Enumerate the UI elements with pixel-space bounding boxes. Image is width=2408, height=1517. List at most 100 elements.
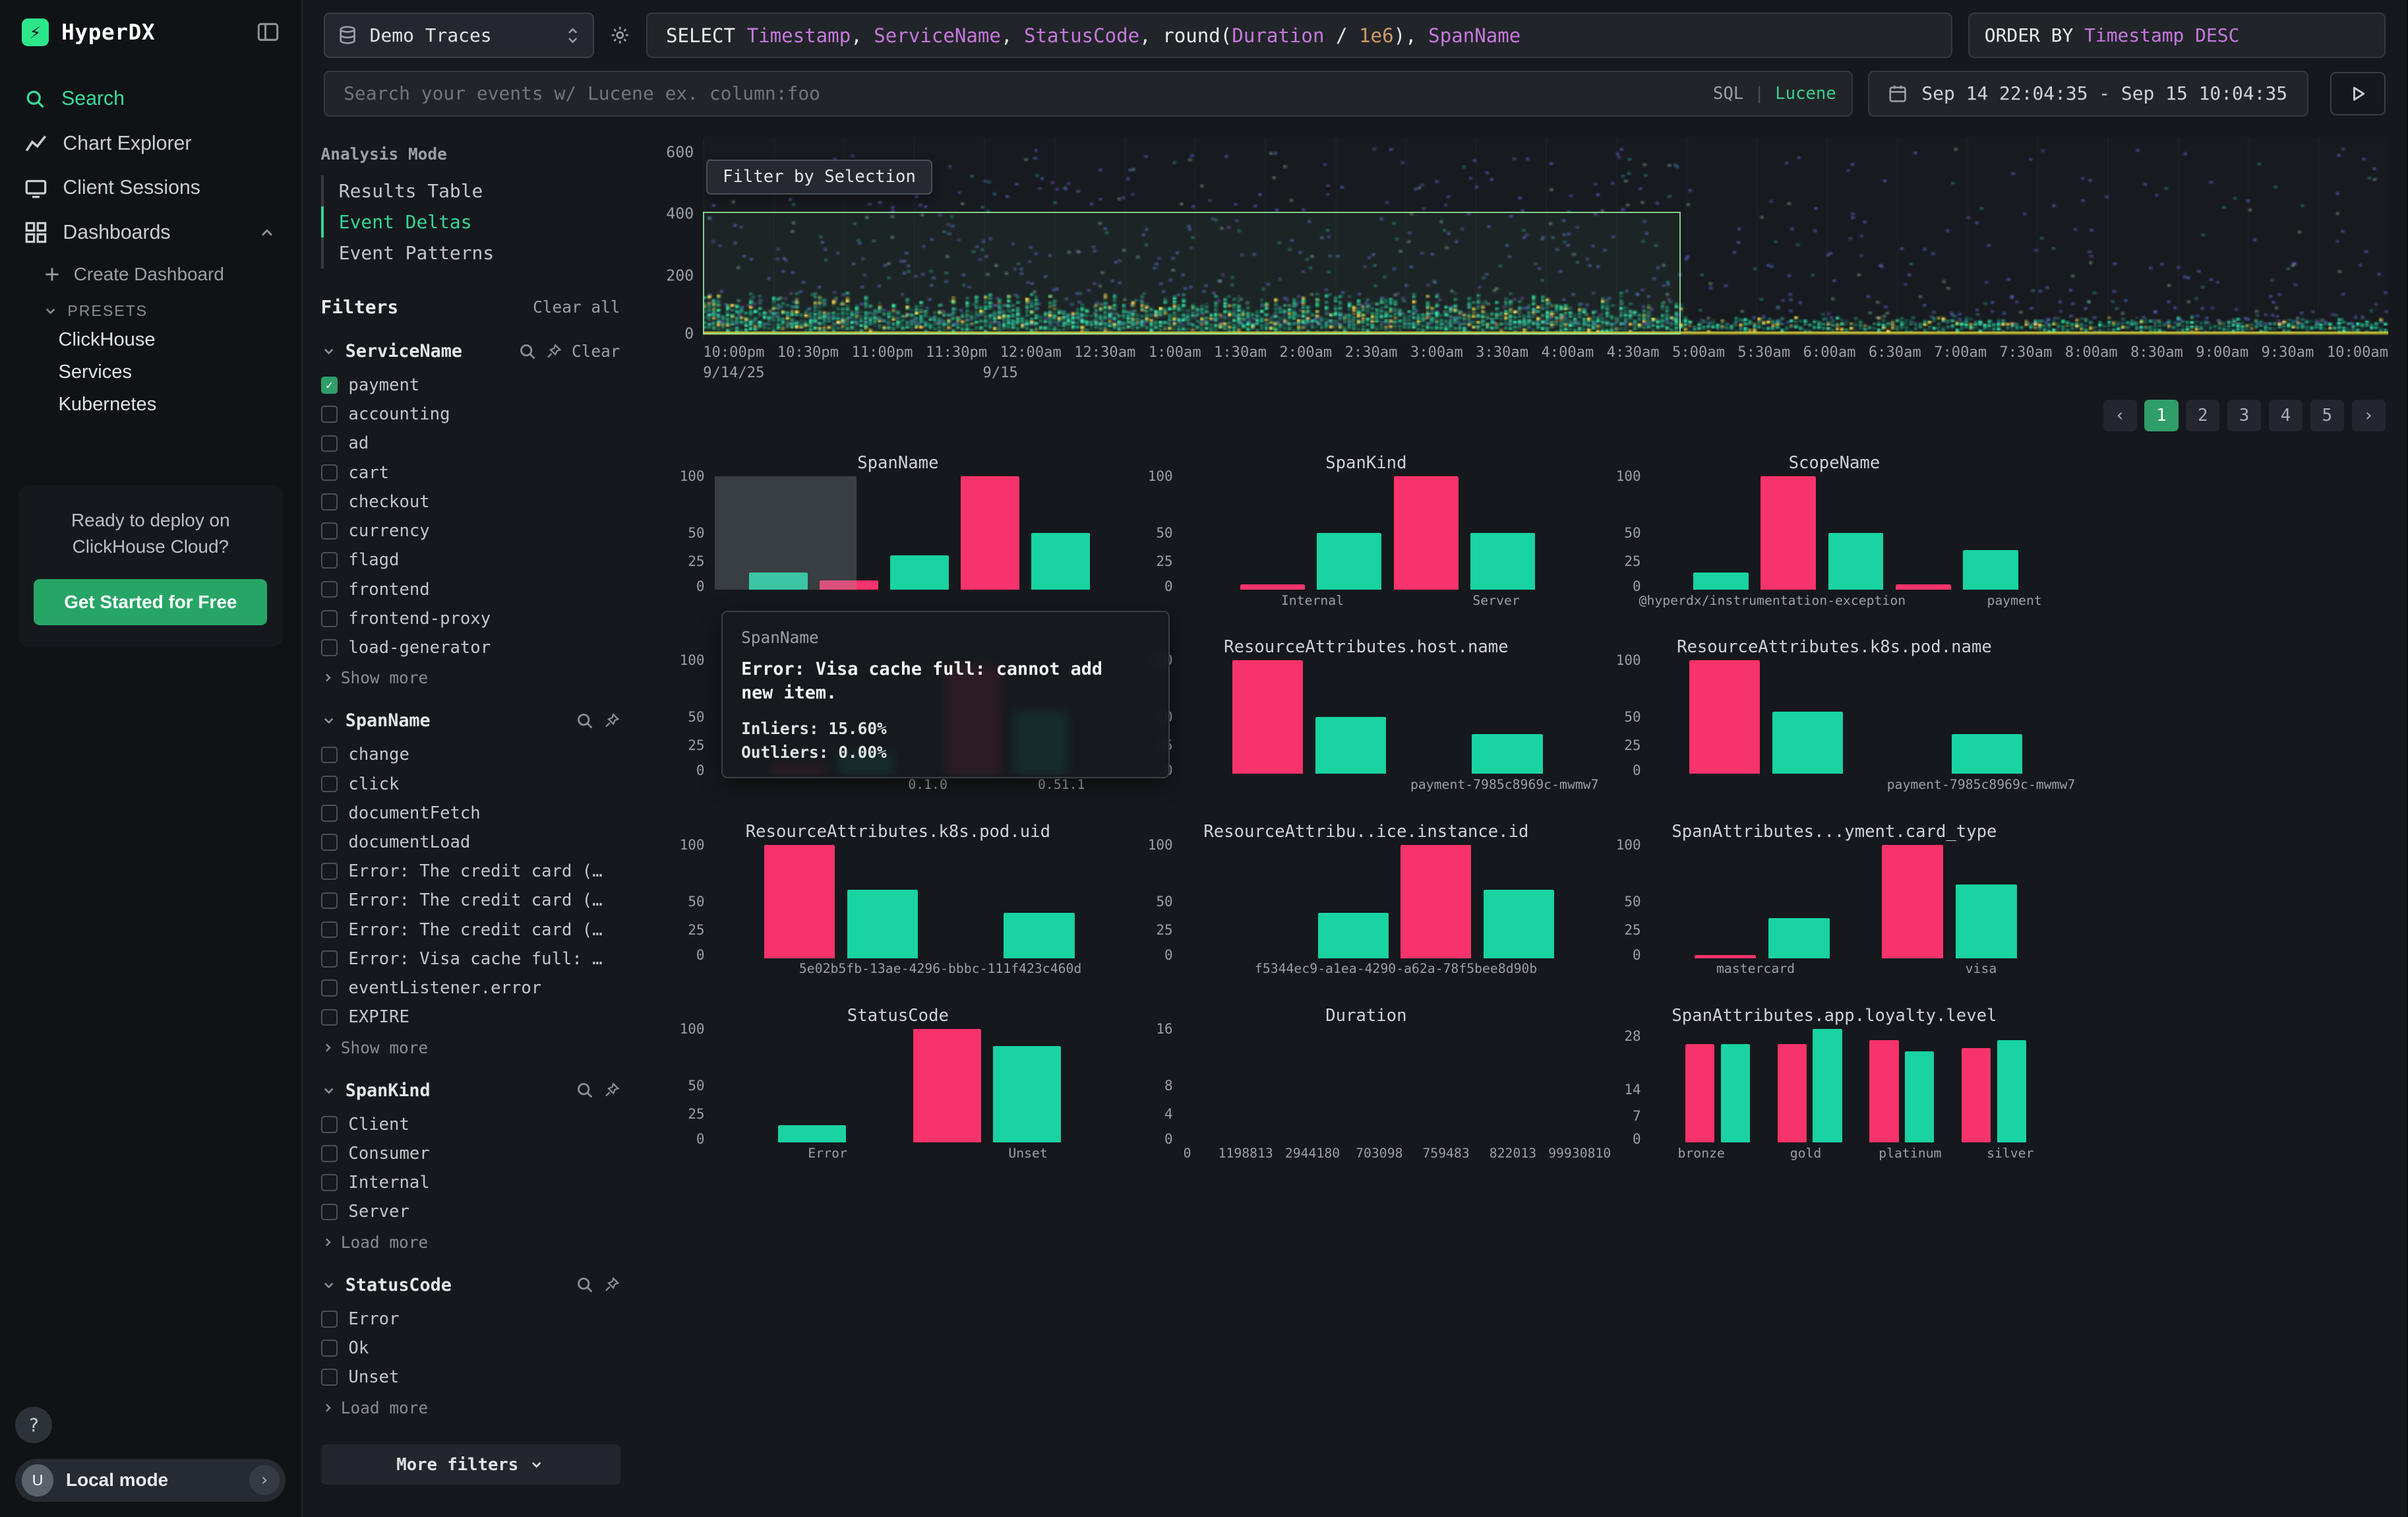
bar[interactable] [1240, 584, 1305, 590]
checkbox[interactable] [321, 950, 338, 968]
chart-plot[interactable] [1179, 660, 1596, 774]
presets-toggle[interactable]: PRESETS [0, 292, 301, 325]
page-button-3[interactable]: 3 [2227, 400, 2261, 432]
bar[interactable] [1721, 1044, 1750, 1142]
bar[interactable] [764, 845, 835, 958]
checkbox[interactable] [321, 581, 338, 598]
sidebar-item-chart-explorer[interactable]: Chart Explorer [0, 121, 301, 166]
filter-item[interactable]: Internal [321, 1168, 620, 1197]
search-icon[interactable] [576, 712, 594, 730]
lucene-mode-toggle[interactable]: Lucene [1775, 84, 1836, 104]
checkbox[interactable] [321, 639, 338, 656]
filter-item[interactable]: Ok [321, 1334, 620, 1363]
show-more-link[interactable]: Load more [321, 1398, 620, 1417]
pin-icon[interactable] [603, 1082, 620, 1099]
bar[interactable] [1761, 476, 1816, 590]
checkbox[interactable] [321, 776, 338, 793]
run-query-button[interactable] [2330, 72, 2386, 115]
checkbox[interactable] [321, 1116, 338, 1133]
filter-item[interactable]: ad [321, 429, 620, 458]
bar[interactable] [1772, 712, 1843, 774]
bar[interactable] [1905, 1051, 1934, 1142]
bar[interactable] [1813, 1029, 1842, 1142]
mode-event-patterns[interactable]: Event Patterns [321, 237, 620, 268]
source-select[interactable]: Demo Traces [324, 13, 594, 59]
bar[interactable] [778, 1125, 845, 1142]
mode-event-deltas[interactable]: Event Deltas [321, 206, 620, 237]
order-by-input[interactable]: ORDER BY Timestamp DESC [1968, 13, 2386, 59]
chart-plot[interactable] [711, 1029, 1128, 1142]
next-page-button[interactable]: › [2352, 400, 2386, 432]
chart-plot[interactable] [1647, 845, 2064, 958]
filter-item[interactable]: checkout [321, 487, 620, 516]
filter-item[interactable]: Error: Visa cache full: … [321, 944, 620, 974]
chart-plot[interactable] [711, 845, 1128, 958]
chart-plot[interactable] [1179, 845, 1596, 958]
filter-item[interactable]: Consumer [321, 1139, 620, 1168]
filter-item[interactable]: Server [321, 1197, 620, 1226]
checkbox[interactable] [321, 522, 338, 540]
sidebar-item-client-sessions[interactable]: Client Sessions [0, 166, 301, 210]
collapse-sidebar-icon[interactable] [256, 20, 280, 44]
chart-plot[interactable] [1647, 660, 2064, 774]
bar[interactable] [1031, 533, 1089, 590]
bar[interactable] [1004, 913, 1074, 958]
create-dashboard-button[interactable]: Create Dashboard [0, 255, 301, 291]
chevron-down-icon[interactable] [321, 1278, 336, 1293]
sidebar-item-search[interactable]: Search [0, 77, 301, 121]
bar[interactable] [1318, 913, 1389, 958]
checkbox[interactable] [321, 406, 338, 423]
bar[interactable] [913, 1029, 980, 1142]
checkbox[interactable] [321, 610, 338, 627]
filter-item[interactable]: frontend-proxy [321, 604, 620, 633]
page-button-1[interactable]: 1 [2144, 400, 2178, 432]
get-started-button[interactable]: Get Started for Free [34, 579, 267, 625]
show-more-link[interactable]: Show more [321, 668, 620, 687]
filter-item[interactable]: ✓payment [321, 371, 620, 400]
bar[interactable] [1869, 1040, 1898, 1142]
bar[interactable] [1828, 533, 1884, 590]
bar[interactable] [847, 890, 918, 958]
checkbox[interactable] [321, 435, 338, 452]
gear-icon[interactable] [609, 24, 631, 46]
checkbox[interactable] [321, 805, 338, 822]
chart-plot[interactable] [1179, 476, 1596, 590]
bar[interactable] [890, 555, 948, 590]
bar[interactable] [1956, 884, 2017, 958]
filter-item[interactable]: eventListener.error [321, 974, 620, 1003]
heatmap-selection[interactable] [703, 212, 1681, 334]
bar[interactable] [1472, 734, 1542, 774]
prev-page-button[interactable]: ‹ [2103, 400, 2137, 432]
page-button-2[interactable]: 2 [2186, 400, 2219, 432]
bar[interactable] [1896, 584, 1951, 590]
filter-item[interactable]: flagd [321, 545, 620, 574]
filter-item[interactable]: frontend [321, 574, 620, 604]
local-mode-button[interactable]: U Local mode › [15, 1459, 286, 1502]
page-button-5[interactable]: 5 [2310, 400, 2344, 432]
chevron-down-icon[interactable] [321, 1083, 336, 1098]
date-range-picker[interactable]: Sep 14 22:04:35 - Sep 15 10:04:35 [1868, 71, 2308, 117]
sql-mode-toggle[interactable]: SQL [1713, 84, 1743, 104]
checkbox[interactable] [321, 892, 338, 910]
bar[interactable] [961, 476, 1019, 590]
checkbox[interactable] [321, 834, 338, 851]
bar[interactable] [1315, 717, 1386, 774]
checkbox[interactable] [321, 747, 338, 764]
bar[interactable] [993, 1046, 1060, 1142]
chevron-down-icon[interactable] [321, 713, 336, 728]
bar[interactable] [1689, 660, 1760, 774]
bar[interactable] [1400, 845, 1471, 958]
filter-item[interactable]: currency [321, 516, 620, 545]
sidebar-item-services[interactable]: Services [0, 357, 301, 389]
checkbox[interactable] [321, 921, 338, 939]
checkbox[interactable] [321, 493, 338, 511]
page-button-4[interactable]: 4 [2269, 400, 2303, 432]
filter-item[interactable]: load-generator [321, 633, 620, 662]
checkbox[interactable] [321, 1145, 338, 1162]
filter-by-selection-button[interactable]: Filter by Selection [706, 160, 932, 195]
filter-item[interactable]: documentFetch [321, 799, 620, 828]
sidebar-item-kubernetes[interactable]: Kubernetes [0, 389, 301, 421]
filter-item[interactable]: click [321, 769, 620, 798]
checkbox[interactable] [321, 464, 338, 481]
checkbox[interactable] [321, 1369, 338, 1386]
